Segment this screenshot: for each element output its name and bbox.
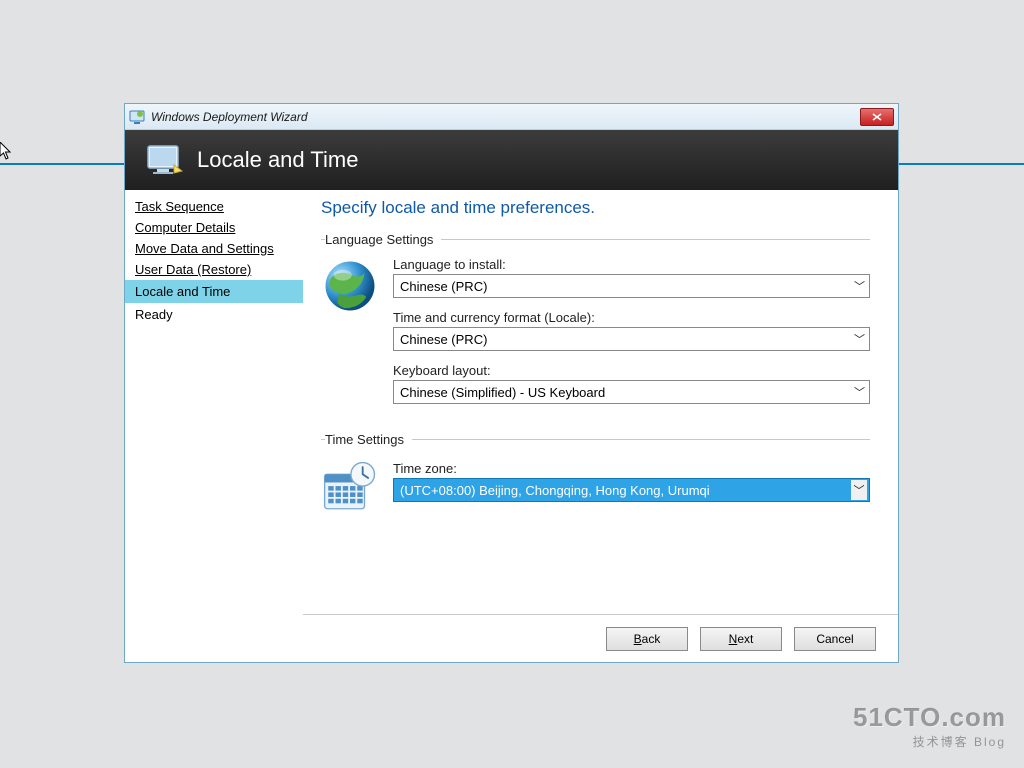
sidebar-item-ready[interactable]: Ready: [125, 303, 303, 326]
keyboard-label: Keyboard layout:: [393, 363, 870, 378]
timezone-value: (UTC+08:00) Beijing, Chongqing, Hong Kon…: [400, 483, 710, 498]
locale-value: Chinese (PRC): [400, 332, 487, 347]
group-time-settings: Time Settings: [321, 432, 870, 514]
calendar-clock-icon: [321, 461, 379, 513]
locale-label: Time and currency format (Locale):: [393, 310, 870, 325]
body-area: Task Sequence Computer Details Move Data…: [125, 190, 898, 662]
titlebar: Windows Deployment Wizard: [125, 104, 898, 130]
cursor-arrow-icon: [0, 142, 12, 160]
keyboard-value: Chinese (Simplified) - US Keyboard: [400, 385, 605, 400]
timezone-label: Time zone:: [393, 461, 870, 476]
banner: Locale and Time: [125, 130, 898, 190]
language-value: Chinese (PRC): [400, 279, 487, 294]
wizard-window: Windows Deployment Wizard Locale and Tim…: [124, 103, 899, 663]
sidebar: Task Sequence Computer Details Move Data…: [125, 190, 303, 662]
sidebar-item-user-data-restore[interactable]: User Data (Restore): [125, 259, 303, 280]
sidebar-item-computer-details[interactable]: Computer Details: [125, 217, 303, 238]
sidebar-item-locale-and-time[interactable]: Locale and Time: [125, 280, 303, 303]
watermark-line2: 技术博客 Blog: [853, 733, 1006, 750]
chevron-down-icon: ﹀: [854, 384, 865, 400]
chevron-down-icon: ﹀: [851, 480, 867, 500]
group-time-legend: Time Settings: [325, 432, 412, 447]
monitor-icon: [147, 145, 183, 175]
banner-title: Locale and Time: [197, 147, 358, 173]
sidebar-item-task-sequence[interactable]: Task Sequence: [125, 196, 303, 217]
page-heading: Specify locale and time preferences.: [321, 198, 870, 218]
next-button[interactable]: Next: [700, 627, 782, 651]
timezone-select[interactable]: (UTC+08:00) Beijing, Chongqing, Hong Kon…: [393, 478, 870, 502]
watermark: 51CTO.com 技术博客 Blog: [853, 702, 1006, 750]
main-panel: Specify locale and time preferences. Lan…: [303, 190, 898, 662]
watermark-line1: 51CTO.com: [853, 702, 1006, 733]
close-icon: [872, 113, 882, 121]
app-icon: [129, 109, 145, 125]
chevron-down-icon: ﹀: [854, 278, 865, 294]
chevron-down-icon: ﹀: [854, 331, 865, 347]
close-button[interactable]: [860, 108, 894, 126]
sidebar-item-move-data-and-settings[interactable]: Move Data and Settings: [125, 238, 303, 259]
language-label: Language to install:: [393, 257, 870, 272]
window-title: Windows Deployment Wizard: [151, 110, 860, 124]
back-button[interactable]: Back: [606, 627, 688, 651]
cancel-button[interactable]: Cancel: [794, 627, 876, 651]
language-select[interactable]: Chinese (PRC) ﹀: [393, 274, 870, 298]
group-language-settings: Language Settings: [321, 232, 870, 416]
footer: Back Next Cancel: [303, 614, 898, 662]
group-language-legend: Language Settings: [325, 232, 441, 247]
globe-icon: [321, 257, 379, 315]
locale-select[interactable]: Chinese (PRC) ﹀: [393, 327, 870, 351]
keyboard-select[interactable]: Chinese (Simplified) - US Keyboard ﹀: [393, 380, 870, 404]
